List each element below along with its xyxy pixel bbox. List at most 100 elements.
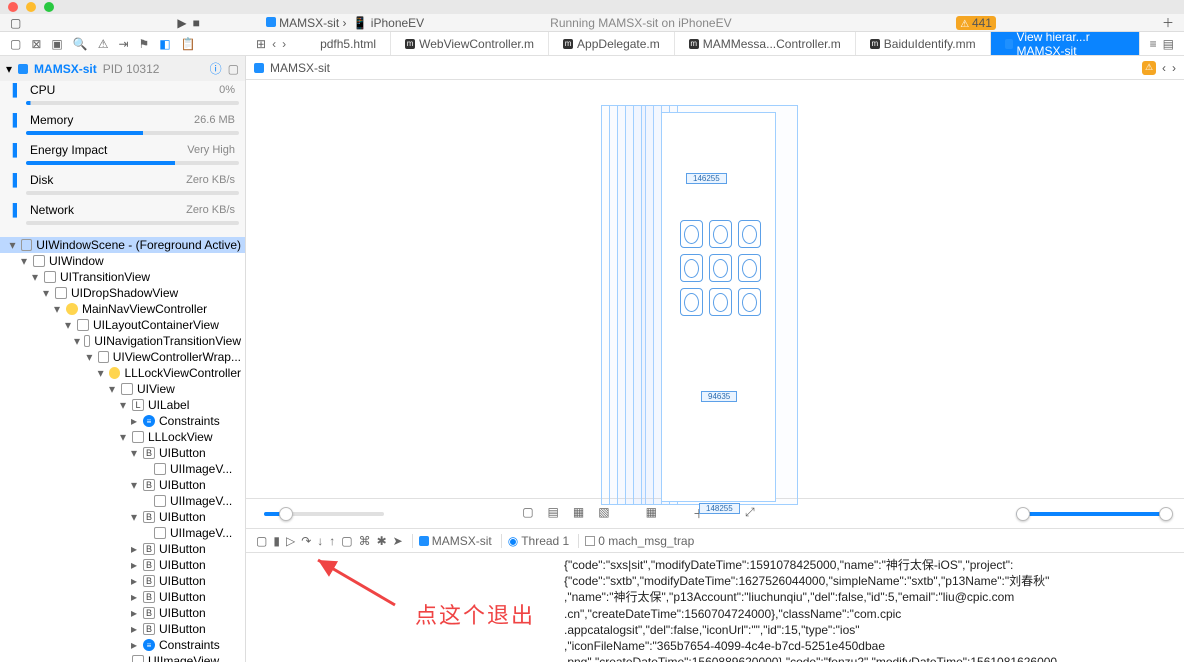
info-icon[interactable]: ⓘ bbox=[210, 60, 222, 77]
jump-bar[interactable]: MAMSX-sit ⚠ ‹ › bbox=[246, 56, 1184, 80]
editor-tab[interactable]: mWebViewController.m bbox=[391, 32, 549, 55]
stat-disk[interactable]: ▌DiskZero KB/s bbox=[6, 171, 239, 189]
tree-row[interactable]: ▾UIWindow bbox=[0, 253, 245, 269]
tree-row[interactable]: ▾LUILabel bbox=[0, 397, 245, 413]
dbg-seg-frame[interactable]: 0 mach_msg_trap bbox=[598, 534, 694, 548]
debug-header[interactable]: ▾ MAMSX-sit PID 10312 ⓘ ▢ bbox=[0, 56, 245, 81]
disclosure-icon[interactable]: ▾ bbox=[41, 286, 51, 300]
search-icon[interactable]: 🔍 bbox=[73, 37, 88, 51]
disclosure-icon[interactable]: ▾ bbox=[8, 238, 17, 252]
x-icon[interactable]: ▣ bbox=[51, 37, 62, 51]
tree-row[interactable]: ▾BUIButton bbox=[0, 477, 245, 493]
dbg-seg-app[interactable]: MAMSX-sit bbox=[432, 534, 492, 548]
tree-row[interactable]: UIImageV... bbox=[0, 525, 245, 541]
editor-tab[interactable]: View hierar...r MAMSX-sit bbox=[991, 32, 1140, 55]
box-icon[interactable]: ◧ bbox=[159, 37, 170, 51]
back-button[interactable]: ‹ bbox=[272, 37, 276, 51]
folder-icon[interactable]: ▢ bbox=[10, 37, 21, 51]
outline-mode-icon[interactable]: ▢ bbox=[519, 505, 536, 522]
disclosure-icon[interactable]: ▾ bbox=[52, 302, 62, 316]
disclosure-icon[interactable]: ▾ bbox=[74, 334, 80, 348]
tree-row[interactable]: ▸BUIButton bbox=[0, 541, 245, 557]
tree-row[interactable]: ▸BUIButton bbox=[0, 589, 245, 605]
spacing-slider[interactable] bbox=[264, 512, 384, 516]
stat-mem[interactable]: ▌Memory26.6 MB bbox=[6, 111, 239, 129]
tree-row[interactable]: UIImageV... bbox=[0, 493, 245, 509]
disclosure-icon[interactable]: ▾ bbox=[96, 366, 105, 380]
stat-cpu[interactable]: ▌CPU0% bbox=[6, 81, 239, 99]
window-zoom-button[interactable] bbox=[44, 2, 54, 12]
wireframe-mode-icon[interactable]: ▤ bbox=[545, 505, 562, 522]
location-icon[interactable]: ➤ bbox=[393, 534, 403, 548]
disclosure-icon[interactable]: ▾ bbox=[118, 398, 128, 412]
disclosure-icon[interactable]: ▸ bbox=[129, 574, 139, 588]
tree-row[interactable]: ▾UIView bbox=[0, 381, 245, 397]
disclosure-icon[interactable]: ▾ bbox=[63, 318, 73, 332]
sidebar-left-icon[interactable]: ▢ bbox=[10, 16, 21, 30]
scheme-device[interactable]: 📱 iPhoneEV bbox=[353, 16, 425, 30]
hide-debug-icon[interactable]: ▢ bbox=[256, 534, 267, 548]
disclosure-icon[interactable]: ▾ bbox=[118, 430, 128, 444]
lines-icon[interactable]: ≡ bbox=[1150, 37, 1157, 51]
cancel-icon[interactable]: ⊠ bbox=[31, 37, 41, 51]
disclosure-icon[interactable]: ▾ bbox=[19, 254, 29, 268]
book-icon[interactable]: 📋 bbox=[181, 37, 196, 51]
breakpoint-toggle[interactable]: ▮ bbox=[273, 534, 280, 548]
editor-tab[interactable]: mMAMMessa...Controller.m bbox=[675, 32, 856, 55]
stat-net[interactable]: ▌NetworkZero KB/s bbox=[6, 201, 239, 219]
disclosure-icon[interactable]: ▾ bbox=[107, 382, 117, 396]
list-icon[interactable]: ▢ bbox=[228, 62, 239, 76]
minimap-icon[interactable]: ▤ bbox=[1163, 37, 1174, 51]
tree-row[interactable]: ▸≡Constraints bbox=[0, 413, 245, 429]
disclosure-icon[interactable]: ▸ bbox=[129, 414, 139, 428]
twisty-icon[interactable]: ▾ bbox=[6, 62, 12, 76]
signpost-icon[interactable]: ⚑ bbox=[139, 37, 150, 51]
disclosure-icon[interactable]: ▸ bbox=[129, 542, 139, 556]
tree-row[interactable]: ▾UITransitionView bbox=[0, 269, 245, 285]
disclosure-icon[interactable]: ▸ bbox=[129, 622, 139, 636]
warning-count-badge[interactable]: ⚠ 441 bbox=[956, 16, 996, 30]
disclosure-icon[interactable]: ▾ bbox=[129, 478, 139, 492]
tree-row[interactable]: ▾UIViewControllerWrap... bbox=[0, 349, 245, 365]
tree-row[interactable]: UIImageView bbox=[0, 653, 245, 662]
step-over-icon[interactable]: ↷ bbox=[301, 534, 311, 548]
disclosure-icon[interactable]: ▾ bbox=[129, 510, 139, 524]
chevron-right-icon[interactable]: › bbox=[1172, 61, 1176, 75]
continue-icon[interactable]: ▷ bbox=[286, 534, 295, 548]
disclosure-icon[interactable]: ▸ bbox=[129, 590, 139, 604]
tree-row[interactable]: ▾UILayoutContainerView bbox=[0, 317, 245, 333]
disclosure-icon[interactable]: ▸ bbox=[129, 638, 139, 652]
disclosure-icon[interactable]: ▾ bbox=[129, 446, 139, 460]
related-items-icon[interactable]: ⊞ bbox=[256, 37, 266, 51]
disclosure-icon[interactable]: ▸ bbox=[129, 558, 139, 572]
tree-row[interactable]: ▾LLLockViewController bbox=[0, 365, 245, 381]
run-button[interactable]: ▶ bbox=[177, 16, 186, 30]
solid-mode-icon[interactable]: ▦ bbox=[570, 505, 587, 522]
disclosure-icon[interactable]: ▾ bbox=[85, 350, 94, 364]
tree-row[interactable]: ▾MainNavViewController bbox=[0, 301, 245, 317]
tree-row[interactable]: UIImageV... bbox=[0, 461, 245, 477]
scheme-app[interactable]: MAMSX-sit › bbox=[266, 16, 347, 30]
warn-badge[interactable]: ⚠ bbox=[1142, 61, 1156, 75]
stat-energy[interactable]: ▌Energy ImpactVery High bbox=[6, 141, 239, 159]
range-thumb-left[interactable] bbox=[1016, 507, 1030, 521]
tag-icon[interactable]: ⇥ bbox=[118, 37, 128, 51]
tree-row[interactable]: ▸BUIButton bbox=[0, 621, 245, 637]
tree-row[interactable]: ▸≡Constraints bbox=[0, 637, 245, 653]
tree-row[interactable]: ▾LLLockView bbox=[0, 429, 245, 445]
chevron-left-icon[interactable]: ‹ bbox=[1162, 61, 1166, 75]
editor-tab[interactable]: mBaiduIdentify.mm bbox=[856, 32, 991, 55]
disclosure-icon[interactable]: ▸ bbox=[129, 606, 139, 620]
tree-row[interactable]: ▾UIWindowScene - (Foreground Active) bbox=[0, 237, 245, 253]
memory-graph-icon[interactable]: ⌘ bbox=[359, 534, 371, 548]
tree-row[interactable]: ▾UINavigationTransitionView bbox=[0, 333, 245, 349]
crumb-root[interactable]: MAMSX-sit bbox=[270, 61, 330, 75]
env-override-icon[interactable]: ✱ bbox=[377, 534, 387, 548]
forward-button[interactable]: › bbox=[282, 37, 286, 51]
dbg-seg-thread[interactable]: Thread 1 bbox=[521, 534, 569, 548]
range-slider[interactable] bbox=[1016, 512, 1166, 516]
warn-icon[interactable]: ⚠ bbox=[98, 37, 109, 51]
editor-tab[interactable]: pdfh5.html bbox=[292, 32, 391, 55]
tree-row[interactable]: ▾BUIButton bbox=[0, 509, 245, 525]
view-debug-icon[interactable]: ▢ bbox=[341, 534, 352, 548]
